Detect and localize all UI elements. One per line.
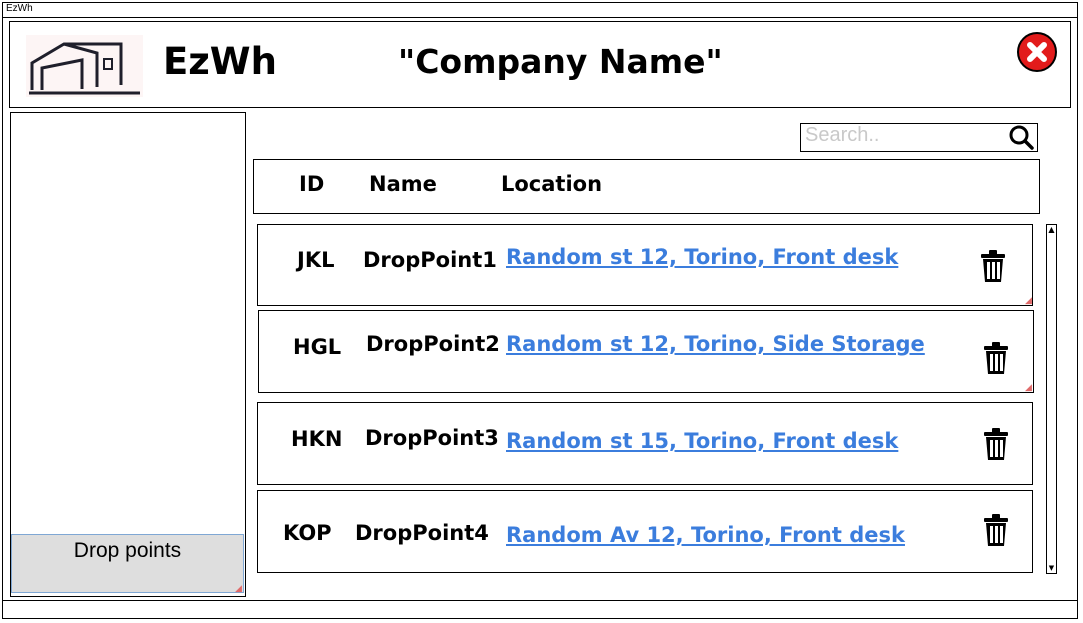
scroll-down-icon[interactable]: ▼ [1046, 563, 1057, 574]
scrollbar[interactable] [1046, 224, 1057, 574]
sidebar-item-drop-points[interactable]: Drop points [11, 534, 244, 593]
row-location-link[interactable]: Random st 12, Torino, Front desk [506, 245, 898, 269]
trash-icon[interactable] [981, 342, 1011, 376]
resize-corner-icon: ◢ [1025, 383, 1032, 393]
resize-corner-icon: ◢ [235, 584, 242, 594]
row-id: JKL [297, 248, 335, 272]
row-name: DropPoint1 [363, 248, 497, 272]
row-id: HGL [293, 335, 342, 359]
row-location-link[interactable]: Random st 15, Torino, Front desk [506, 429, 898, 453]
search-placeholder: Search.. [805, 124, 880, 146]
sidebar-item-label: Drop points [73, 539, 182, 562]
close-icon[interactable] [1017, 32, 1057, 72]
company-name: "Company Name" [398, 42, 723, 81]
app-name: EzWh [163, 40, 277, 83]
sidebar [10, 112, 246, 597]
warehouse-icon [26, 35, 143, 97]
row-name: DropPoint2 [366, 332, 500, 356]
trash-icon[interactable] [978, 250, 1008, 284]
trash-icon[interactable] [981, 514, 1011, 548]
row-id: HKN [291, 427, 343, 451]
column-header-id: ID [299, 172, 325, 196]
column-header-name: Name [369, 172, 437, 196]
row-name: DropPoint3 [365, 426, 499, 450]
row-location-link[interactable]: Random st 12, Torino, Side Storage [506, 332, 925, 356]
scroll-up-icon[interactable]: ▲ [1046, 224, 1057, 238]
resize-corner-icon: ◢ [1025, 296, 1032, 306]
row-id: KOP [283, 521, 332, 545]
search-icon[interactable] [1008, 124, 1034, 150]
trash-icon[interactable] [981, 428, 1011, 462]
status-divider [3, 600, 1077, 601]
titlebar-divider [3, 17, 1077, 18]
row-name: DropPoint4 [355, 521, 489, 545]
column-header-location: Location [501, 172, 603, 196]
window-title: EzWh [6, 3, 33, 14]
row-location-link[interactable]: Random Av 12, Torino, Front desk [506, 523, 905, 547]
